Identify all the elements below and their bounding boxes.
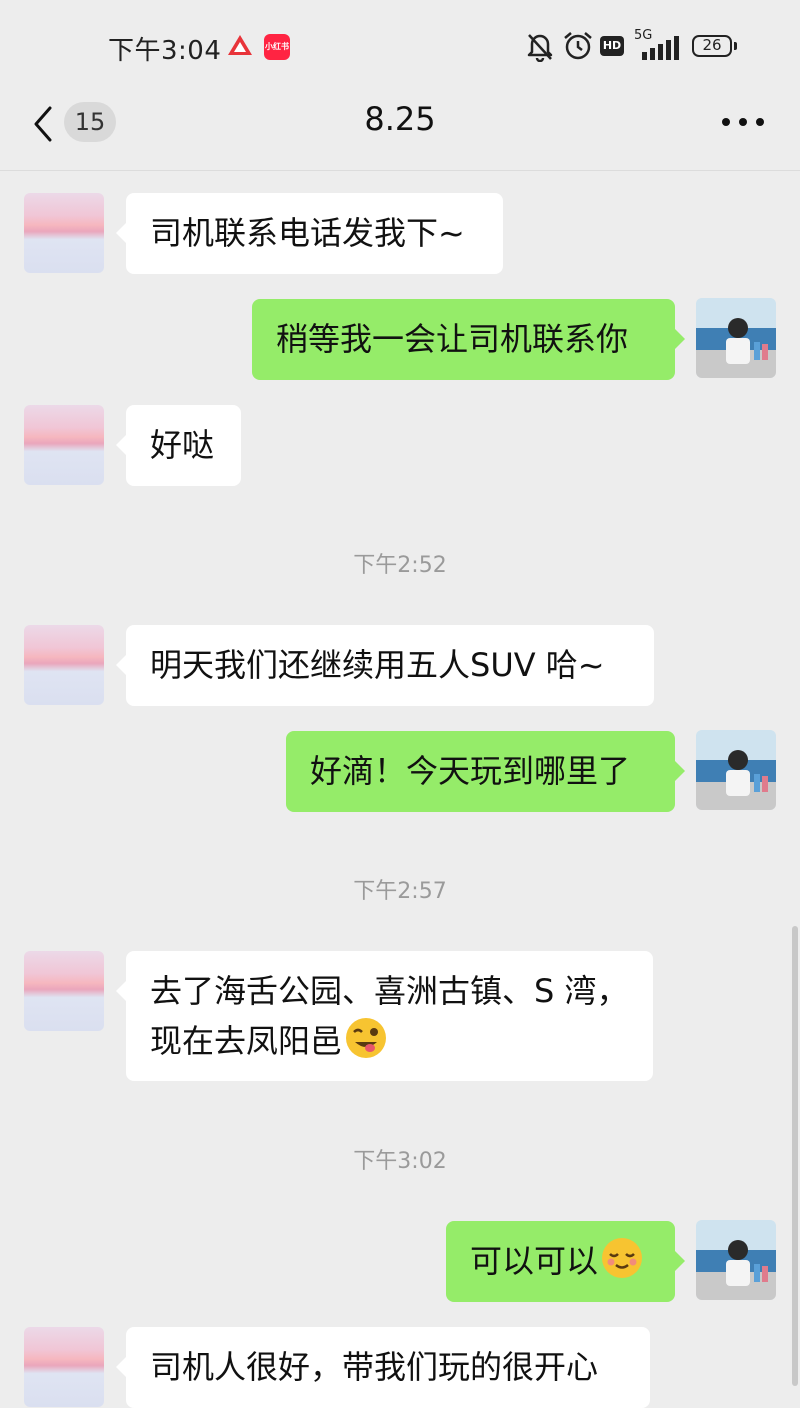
message-bubble-incoming[interactable]: 明天我们还继续用五人SUV 哈~ <box>116 625 654 706</box>
message-text: 可以可以 <box>470 1242 599 1280</box>
mute-bell-icon <box>527 34 553 62</box>
my-avatar[interactable] <box>696 730 776 810</box>
message-bubble-outgoing[interactable]: 好滴！今天玩到哪里了 <box>286 731 685 812</box>
more-options-icon[interactable] <box>720 116 766 128</box>
message-bubble-outgoing[interactable]: 稍等我一会让司机联系你 <box>252 299 685 380</box>
timestamp: 下午2:57 <box>353 879 447 904</box>
contact-avatar[interactable] <box>24 951 104 1031</box>
contact-avatar[interactable] <box>24 405 104 485</box>
chat-title: 8.25 <box>364 100 436 138</box>
scrollbar[interactable] <box>792 926 798 1386</box>
message-bubble-incoming[interactable]: 司机联系电话发我下~ <box>116 193 503 274</box>
hd-badge: HD <box>600 36 624 56</box>
chat-header: 15 8.25 <box>0 92 800 171</box>
status-bar: 下午3:04 小红书 HD 5G 26 <box>0 0 800 92</box>
message-bubble-incoming[interactable]: 去了海舌公园、喜洲古镇、S 湾， 现在去凤阳邑 <box>116 951 653 1081</box>
xiaohongshu-icon: 小红书 <box>264 34 290 60</box>
contact-avatar[interactable] <box>24 1327 104 1407</box>
timestamp: 下午3:02 <box>353 1149 447 1174</box>
message-bubble-incoming[interactable]: 司机人很好，带我们玩的很开心 <box>116 1327 650 1408</box>
smiling-face-emoji-icon <box>602 1238 643 1278</box>
timestamp: 下午2:52 <box>353 553 447 578</box>
message-bubble-outgoing[interactable]: 可以可以 <box>446 1221 685 1302</box>
avatar-photo <box>696 730 776 810</box>
message-bubble-incoming[interactable]: 好哒 <box>116 405 241 486</box>
contact-avatar[interactable] <box>24 193 104 273</box>
alarm-icon <box>564 32 592 60</box>
avatar-photo <box>696 298 776 378</box>
message-line: 现在去凤阳邑 <box>150 1022 343 1060</box>
battery-icon: 26 <box>692 35 737 57</box>
message-line: 去了海舌公园、喜洲古镇、S 湾， <box>150 972 629 1010</box>
my-avatar[interactable] <box>696 298 776 378</box>
avatar-photo <box>696 1220 776 1300</box>
contact-avatar[interactable] <box>24 625 104 705</box>
my-avatar[interactable] <box>696 1220 776 1300</box>
signal-icon <box>642 36 679 60</box>
status-time: 下午3:04 <box>108 36 222 66</box>
app-notification-icon <box>228 35 252 55</box>
message-line-2: 现在去凤阳邑 <box>150 1016 629 1066</box>
wink-tongue-emoji-icon <box>346 1018 387 1058</box>
